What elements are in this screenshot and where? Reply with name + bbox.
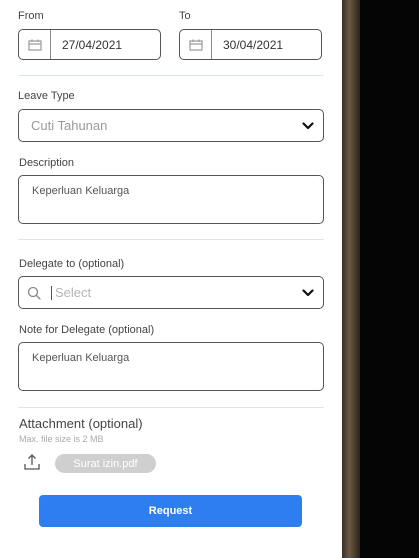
delegate-select[interactable]: Select bbox=[18, 276, 324, 309]
leave-type-value: Cuti Tahunan bbox=[31, 118, 108, 133]
search-icon bbox=[19, 286, 51, 300]
delegate-note-field[interactable]: Keperluan Keluarga bbox=[18, 342, 324, 391]
leave-type-select[interactable]: Cuti Tahunan bbox=[18, 109, 324, 142]
chevron-down-icon bbox=[293, 288, 323, 297]
leave-request-screen: From To 27/04/2021 30/04/2021 Leave Type… bbox=[0, 0, 342, 558]
section-divider bbox=[18, 75, 324, 76]
delegate-label: Delegate to (optional) bbox=[19, 258, 125, 270]
delegate-placeholder: Select bbox=[51, 285, 293, 300]
phone-bezel bbox=[342, 0, 360, 558]
attachment-label: Attachment (optional) bbox=[19, 416, 143, 431]
calendar-icon bbox=[19, 30, 51, 59]
attachment-hint: Max. file size is 2 MB bbox=[19, 434, 104, 444]
to-label: To bbox=[179, 10, 191, 22]
to-date-value: 30/04/2021 bbox=[223, 37, 284, 52]
from-date-value: 27/04/2021 bbox=[62, 37, 123, 52]
device-frame: From To 27/04/2021 30/04/2021 Leave Type… bbox=[0, 0, 419, 558]
request-button[interactable]: Request bbox=[39, 495, 302, 527]
section-divider bbox=[18, 407, 324, 408]
description-field[interactable]: Keperluan Keluarga bbox=[18, 175, 324, 224]
section-divider bbox=[18, 239, 324, 240]
phone-edge bbox=[360, 0, 419, 558]
from-label: From bbox=[18, 10, 44, 22]
description-label: Description bbox=[19, 157, 75, 169]
upload-icon[interactable] bbox=[23, 453, 41, 471]
from-date-field[interactable]: 27/04/2021 bbox=[18, 29, 161, 60]
to-date-field[interactable]: 30/04/2021 bbox=[179, 29, 322, 60]
leave-type-label: Leave Type bbox=[18, 90, 75, 102]
delegate-note-label: Note for Delegate (optional) bbox=[19, 324, 155, 336]
attachment-file-chip[interactable]: Surat izin.pdf bbox=[55, 454, 156, 473]
chevron-down-icon bbox=[293, 121, 323, 130]
calendar-icon bbox=[180, 30, 212, 59]
